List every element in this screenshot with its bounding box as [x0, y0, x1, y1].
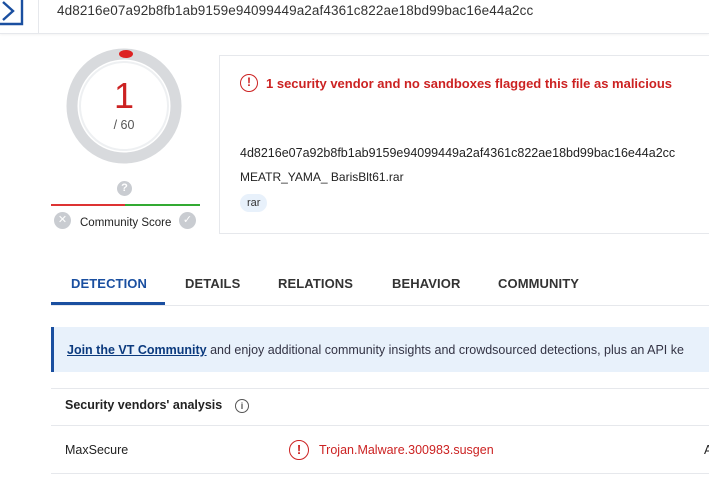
banner-message: and enjoy additional community insights …	[206, 343, 684, 357]
top-bar: 4d8216e07a92b8fb1ab9159e94099449a2af4361…	[0, 0, 709, 34]
search-hash-input[interactable]: 4d8216e07a92b8fb1ab9159e94099449a2af4361…	[57, 3, 533, 18]
detection-count: 1	[113, 75, 135, 116]
community-banner-text: Join the VT Community and enjoy addition…	[67, 343, 684, 357]
next-vendor-name: A	[704, 443, 709, 457]
detection-total: / 60	[113, 118, 135, 132]
page: 4d8216e07a92b8fb1ab9159e94099449a2af4361…	[0, 0, 709, 477]
vote-harmless-check-icon[interactable]: ✓	[179, 212, 196, 229]
file-name: MEATR_YAMA_ BarisBlt61.rar	[240, 170, 404, 184]
question-mark-icon[interactable]: ?	[117, 181, 132, 196]
file-type-tag[interactable]: rar	[240, 194, 268, 212]
community-score-bar	[51, 204, 200, 206]
tab-detection[interactable]: DETECTION	[71, 276, 147, 291]
top-bar-divider	[38, 0, 39, 34]
malicious-alert-icon: !	[289, 440, 309, 460]
info-icon[interactable]: i	[235, 399, 249, 413]
virustotal-logo-icon[interactable]	[0, 0, 25, 29]
file-hash: 4d8216e07a92b8fb1ab9159e94099449a2af4361…	[240, 146, 676, 160]
community-score-label: Community Score	[80, 217, 172, 229]
tab-details[interactable]: DETAILS	[185, 276, 240, 291]
tab-community[interactable]: COMMUNITY	[498, 276, 579, 291]
detection-score-gauge: 1 / 60	[62, 44, 186, 168]
community-score-bar-positive	[125, 204, 200, 206]
vendor-name: MaxSecure	[65, 443, 129, 457]
vendors-title: Security vendors' analysis	[65, 398, 223, 412]
tab-relations[interactable]: RELATIONS	[278, 276, 353, 291]
vote-malicious-x-icon[interactable]: ✕	[54, 212, 71, 229]
join-community-link[interactable]: Join the VT Community	[67, 343, 207, 357]
alert-icon: !	[240, 74, 258, 92]
tabs-divider	[51, 305, 709, 306]
detection-result: Trojan.Malware.300983.susgen	[319, 443, 494, 457]
detection-alert-text: 1 security vendor and no sandboxes flagg…	[266, 76, 673, 91]
tab-behavior[interactable]: BEHAVIOR	[392, 276, 460, 291]
community-score-bar-negative	[51, 204, 125, 206]
